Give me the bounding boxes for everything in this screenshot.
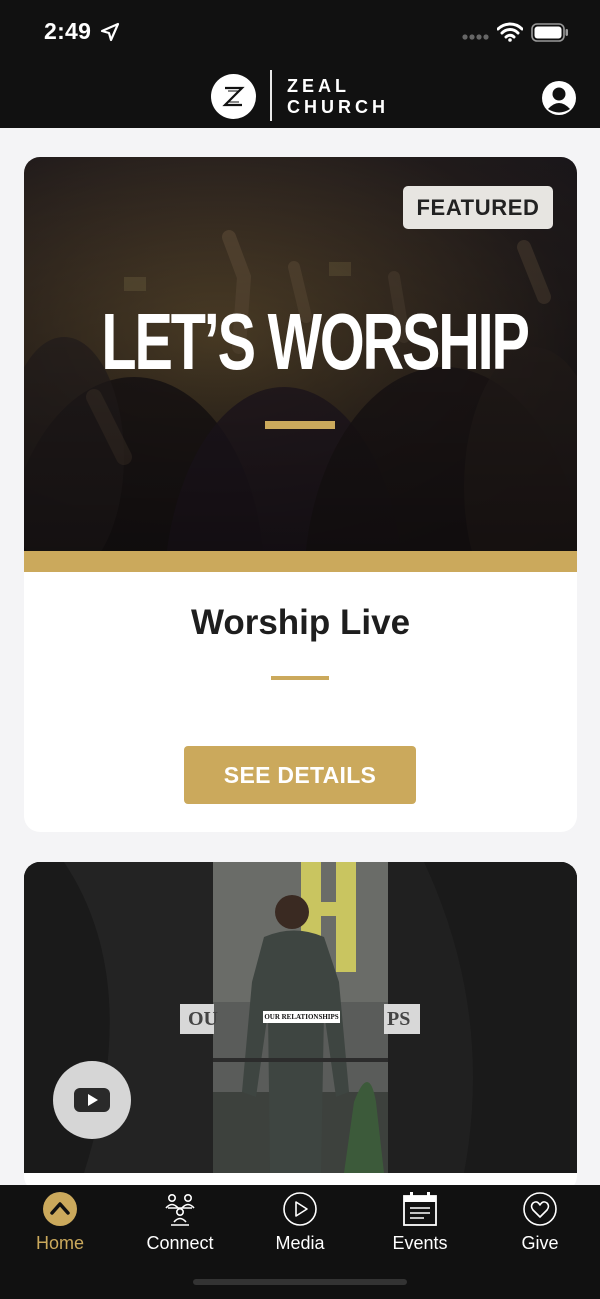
bottom-tab-bar: Home Connect Media Events Give [0,1185,600,1299]
user-profile-icon[interactable] [541,80,577,116]
featured-card[interactable]: FEATURED LET’S WORSHIP Worship Live SEE … [24,157,577,832]
play-triangle-icon [88,1094,98,1106]
hero-title-text: LET’S WORSHIP [101,297,530,386]
home-chevron-icon [43,1192,77,1226]
tab-media[interactable]: Media [240,1185,360,1265]
video-card[interactable]: OU PS OUR RELATIONSHIPS [24,862,577,1192]
sermon-lower-third: OUR RELATIONSHIPS [263,1011,340,1023]
logo-divider [270,70,272,121]
featured-badge: FEATURED [403,186,553,229]
card-divider [271,676,329,680]
battery-icon [531,23,568,42]
hero-accent-line [265,421,335,429]
youtube-play-button[interactable] [53,1061,131,1139]
card-title: Worship Live [190,603,411,642]
app-header: 2:49 ZEAL CHURCH [0,0,600,128]
tab-events[interactable]: Events [360,1185,480,1265]
people-group-icon [165,1193,195,1226]
calendar-icon [403,1192,437,1226]
tab-connect-label: Connect [146,1233,214,1253]
tab-home-label: Home [35,1233,84,1253]
z-monogram-icon [222,86,245,107]
wifi-icon [497,22,523,42]
tab-events-label: Events [392,1233,448,1253]
status-bar: 2:49 [0,0,600,64]
tab-connect[interactable]: Connect [120,1185,240,1265]
youtube-play-icon [74,1088,110,1112]
tab-home[interactable]: Home [0,1185,120,1265]
logo-mark [211,74,256,119]
app-screen: 2:49 ZEAL CHURCH FEATURED LET’S WORSHIP … [0,0,600,1299]
see-details-button[interactable]: SEE DETAILS [184,746,416,804]
tab-give-label: Give [521,1233,559,1253]
tab-give[interactable]: Give [480,1185,600,1265]
status-time: 2:49 [44,18,92,44]
slide-text-right: PS [384,1004,420,1034]
location-arrow-icon [100,22,120,42]
hero-gold-band [24,551,577,572]
play-circle-icon [283,1192,317,1226]
home-indicator[interactable] [193,1279,407,1285]
logo-wordmark: ZEAL CHURCH [287,76,389,118]
featured-hero-image: FEATURED LET’S WORSHIP [24,157,577,551]
slide-text-left: OU [180,1004,218,1034]
logo-line-1: ZEAL [287,76,350,96]
logo-line-2: CHURCH [287,97,389,117]
heart-circle-icon [523,1192,557,1226]
cellular-dots-icon [462,34,489,40]
tab-media-label: Media [275,1233,325,1253]
video-thumbnail[interactable]: OU PS OUR RELATIONSHIPS [24,862,577,1173]
